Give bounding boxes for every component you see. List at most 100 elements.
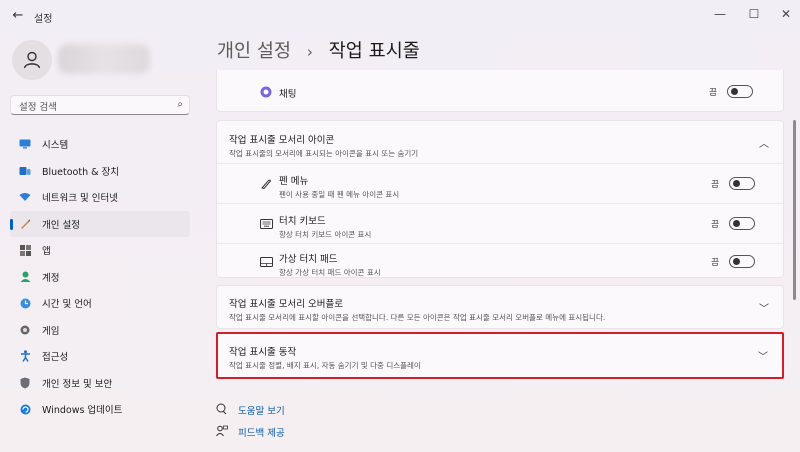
privacy-icon <box>18 376 32 390</box>
breadcrumb-parent[interactable]: 개인 설정 <box>217 41 291 62</box>
virtual-touchpad-toggle-wrap: 끔 <box>711 255 755 268</box>
give-feedback-link[interactable]: 피드백 제공 <box>216 421 285 443</box>
user-icon <box>23 51 41 69</box>
touch-keyboard-subtitle: 항상 터치 키보드 아이콘 표시 <box>279 230 372 239</box>
maximize-button[interactable]: ☐ <box>740 4 768 24</box>
scrollbar[interactable] <box>793 120 796 300</box>
settings-window: ← 설정 — ☐ ✕ 설정 검색 ⌕ 시스템 Bluetooth & 장치 네트… <box>0 0 800 452</box>
bluetooth-icon <box>18 164 32 178</box>
sidebar-item-label: 게임 <box>42 325 60 337</box>
sidebar-item-label: 계정 <box>42 272 60 284</box>
corner-icons-title: 작업 표시줄 모서리 아이콘 <box>229 135 335 146</box>
sidebar-item-label: Windows 업데이트 <box>42 405 123 417</box>
sidebar-item-label: 개인 정보 및 보안 <box>42 378 113 390</box>
pen-icon <box>259 177 273 191</box>
page-title: 작업 표시줄 <box>328 41 420 62</box>
gaming-icon <box>18 323 32 337</box>
sidebar-item-label: 접근성 <box>42 352 69 364</box>
touch-keyboard-toggle-label: 끔 <box>711 219 719 230</box>
sidebar-item-apps[interactable]: 앱 <box>10 237 190 264</box>
sidebar-item-label: 시스템 <box>42 140 69 152</box>
touch-keyboard-toggle[interactable] <box>729 217 755 230</box>
chat-toggle-wrap: 끔 <box>709 85 753 98</box>
search-icon: ⌕ <box>177 99 183 110</box>
avatar[interactable] <box>12 40 52 80</box>
sidebar-item-system[interactable]: 시스템 <box>10 131 190 158</box>
close-button[interactable]: ✕ <box>772 4 800 24</box>
back-button[interactable]: ← <box>8 6 28 26</box>
pen-menu-row: 펜 메뉴 펜이 사용 중일 때 펜 메뉴 아이콘 표시 끔 <box>217 163 784 203</box>
breadcrumb-separator: › <box>306 43 313 61</box>
chat-toggle[interactable] <box>727 85 753 98</box>
corner-overflow-title: 작업 표시줄 모서리 오버플로 <box>229 299 343 310</box>
sidebar-item-network[interactable]: 네트워크 및 인터넷 <box>10 184 190 211</box>
personalization-icon <box>18 217 32 231</box>
sidebar-item-bluetooth[interactable]: Bluetooth & 장치 <box>10 158 190 185</box>
corner-overflow-card[interactable]: 작업 표시줄 모서리 오버플로 작업 표시줄 모서리에 표시할 아이콘을 선택합… <box>216 285 784 329</box>
give-feedback-label: 피드백 제공 <box>238 428 285 439</box>
accessibility-icon <box>18 349 32 363</box>
app-title: 설정 <box>34 14 53 25</box>
accounts-icon <box>18 270 32 284</box>
sidebar-item-time-language[interactable]: 시간 및 언어 <box>10 290 190 317</box>
pen-menu-title: 펜 메뉴 <box>279 176 309 187</box>
corner-icons-subtitle: 작업 표시줄의 모서리에 표시되는 아이콘을 표시 또는 숨기기 <box>229 149 419 158</box>
touch-keyboard-toggle-wrap: 끔 <box>711 217 755 230</box>
taskbar-behaviors-subtitle: 작업 표시줄 정렬, 배지 표시, 자동 숨기기 및 다중 디스플레이 <box>229 361 421 370</box>
system-icon <box>18 137 32 151</box>
virtual-touchpad-title: 가상 터치 패드 <box>279 254 338 265</box>
time-language-icon <box>18 296 32 310</box>
chat-label: 채팅 <box>279 89 297 100</box>
chevron-up-icon: ︿ <box>759 139 769 150</box>
search-input[interactable]: 설정 검색 ⌕ <box>10 95 190 115</box>
pen-menu-toggle[interactable] <box>729 177 755 190</box>
touchpad-icon <box>259 255 273 269</box>
minimize-button[interactable]: — <box>706 4 734 24</box>
feedback-icon <box>216 425 230 440</box>
apps-icon <box>18 243 32 257</box>
keyboard-icon <box>259 217 273 231</box>
sidebar-item-windows-update[interactable]: Windows 업데이트 <box>10 396 190 423</box>
sidebar-item-gaming[interactable]: 게임 <box>10 317 190 344</box>
sidebar-item-label: 네트워크 및 인터넷 <box>42 193 118 205</box>
corner-overflow-subtitle: 작업 표시줄 모서리에 표시할 아이콘을 선택합니다. 다른 모든 아이콘은 작… <box>229 313 606 322</box>
sidebar-item-accessibility[interactable]: 접근성 <box>10 343 190 370</box>
chevron-down-icon: ﹀ <box>759 304 769 315</box>
sidebar-item-label: Bluetooth & 장치 <box>42 166 120 178</box>
corner-icons-card: 작업 표시줄 모서리 아이콘 작업 표시줄의 모서리에 표시되는 아이콘을 표시… <box>216 120 784 278</box>
help-links: 도움말 보기 피드백 제공 <box>216 399 285 443</box>
get-help-label: 도움말 보기 <box>238 406 285 417</box>
virtual-touchpad-toggle[interactable] <box>729 255 755 268</box>
sidebar-item-personalization[interactable]: 개인 설정 <box>10 210 190 237</box>
title-bar: ← 설정 — ☐ ✕ <box>0 0 800 32</box>
profile-name-blurred <box>58 44 150 74</box>
sidebar-nav: 시스템 Bluetooth & 장치 네트워크 및 인터넷 개인 설정 앱 계정… <box>10 131 190 423</box>
corner-icons-header[interactable]: 작업 표시줄 모서리 아이콘 작업 표시줄의 모서리에 표시되는 아이콘을 표시… <box>217 121 783 163</box>
windows-update-icon <box>18 402 32 416</box>
network-icon <box>18 190 32 204</box>
get-help-link[interactable]: 도움말 보기 <box>216 399 285 421</box>
touch-keyboard-row: 터치 키보드 항상 터치 키보드 아이콘 표시 끔 <box>217 203 784 243</box>
pen-menu-subtitle: 펜이 사용 중일 때 펜 메뉴 아이콘 표시 <box>279 190 400 199</box>
virtual-touchpad-toggle-label: 끔 <box>711 257 719 268</box>
breadcrumb: 개인 설정 › 작업 표시줄 <box>217 37 420 63</box>
chat-toggle-label: 끔 <box>709 87 717 98</box>
sidebar-item-accounts[interactable]: 계정 <box>10 264 190 291</box>
help-icon <box>216 403 230 418</box>
sidebar-item-label: 앱 <box>42 246 51 258</box>
sidebar-item-label: 개인 설정 <box>42 219 80 231</box>
chat-icon <box>259 85 273 99</box>
back-arrow-icon: ← <box>12 8 24 23</box>
sidebar-item-privacy[interactable]: 개인 정보 및 보안 <box>10 370 190 397</box>
chat-card: 채팅 끔 <box>216 70 784 112</box>
virtual-touchpad-row: 가상 터치 패드 항상 가상 터치 패드 아이콘 표시 끔 <box>217 243 784 278</box>
pen-menu-toggle-wrap: 끔 <box>711 177 755 190</box>
taskbar-behaviors-title: 작업 표시줄 동작 <box>229 347 297 358</box>
taskbar-behaviors-card[interactable]: 작업 표시줄 동작 작업 표시줄 정렬, 배지 표시, 자동 숨기기 및 다중 … <box>216 332 784 379</box>
sidebar-item-label: 시간 및 언어 <box>42 299 92 311</box>
search-placeholder: 설정 검색 <box>19 102 57 113</box>
virtual-touchpad-subtitle: 항상 가상 터치 패드 아이콘 표시 <box>279 268 381 277</box>
pen-menu-toggle-label: 끔 <box>711 179 719 190</box>
settings-content: 채팅 끔 작업 표시줄 모서리 아이콘 작업 표시줄의 모서리에 표시되는 아이… <box>216 70 784 452</box>
chevron-down-icon: ﹀ <box>758 352 768 363</box>
